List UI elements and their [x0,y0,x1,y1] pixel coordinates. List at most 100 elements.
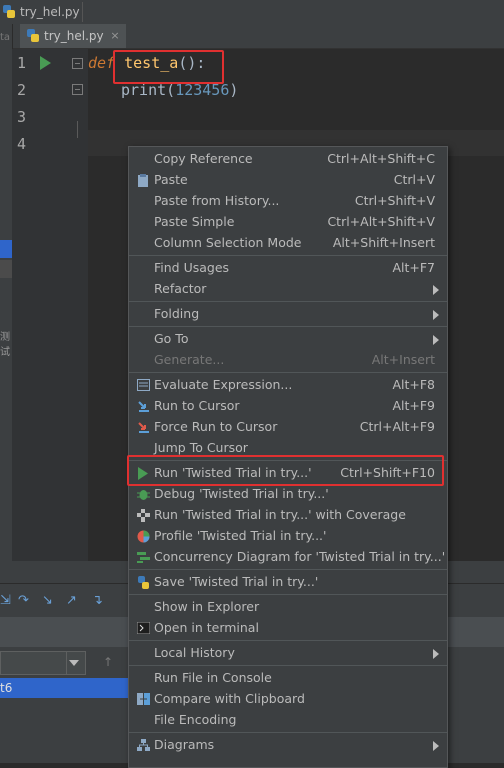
menu-separator [129,732,447,733]
evaluate-icon [136,378,150,392]
menu-item-diagrams[interactable]: Diagrams [129,735,447,756]
menu-item-shortcut: Alt+F7 [392,260,435,275]
menu-item-refactor[interactable]: Refactor [129,279,447,300]
menu-item-label: Column Selection Mode [154,235,302,250]
menu-separator [129,594,447,595]
menu-item-label: Run File in Console [154,670,272,685]
run-item-highlight-box [127,455,444,486]
editor-gutter: 1 2 3 4 [12,49,88,561]
submenu-arrow-icon [433,310,439,320]
menu-item-debug-twisted-trial[interactable]: Debug 'Twisted Trial in try...' [129,484,447,505]
menu-separator [129,640,447,641]
menu-item-run-to-cursor[interactable]: Run to Cursor Alt+F9 [129,396,447,417]
menu-item-shortcut: Alt+Insert [371,352,435,367]
menu-item-label: Copy Reference [154,151,253,166]
menu-item-shortcut: Alt+Shift+Insert [332,235,435,250]
menu-item-paste-simple[interactable]: Paste Simple Ctrl+Alt+Shift+V [129,212,447,233]
python-file-icon [26,29,40,43]
fold-end-icon[interactable] [72,84,83,95]
menu-item-shortcut: Alt+F8 [392,377,435,392]
chevron-down-icon [69,660,79,666]
title-bar: try_hel.py [0,0,504,25]
python-file-icon [2,5,16,19]
menu-item-file-encoding[interactable]: File Encoding [129,710,447,731]
menu-item-local-history[interactable]: Local History [129,643,447,664]
menu-item-label: Save 'Twisted Trial in try...' [154,574,319,589]
menu-item-label: Compare with Clipboard [154,691,305,706]
menu-item-profile-twisted-trial[interactable]: Profile 'Twisted Trial in try...' [129,526,447,547]
menu-item-go-to[interactable]: Go To [129,329,447,350]
menu-separator [129,569,447,570]
menu-item-label: Show in Explorer [154,599,260,614]
menu-item-shortcut: Alt+F9 [392,398,435,413]
step-icon[interactable]: ⇲ [0,593,11,608]
menu-item-concurrency-diagram[interactable]: Concurrency Diagram for 'Twisted Trial i… [129,547,447,568]
frame-row-selected[interactable]: t6 [0,678,130,698]
menu-item-label: Generate... [154,352,225,367]
paste-icon [136,173,150,187]
tab-label: try_hel.py [44,29,104,43]
menu-item-shortcut: Ctrl+Alt+F9 [359,419,435,434]
force-run-icon [136,420,150,434]
diagrams-icon [136,738,150,752]
menu-item-find-usages[interactable]: Find Usages Alt+F7 [129,258,447,279]
run-to-cursor-icon[interactable]: ↴ [92,593,103,608]
menu-separator [129,326,447,327]
frames-dropdown[interactable] [0,651,86,675]
menu-item-label: Open in terminal [154,620,259,635]
title-separator [82,2,83,22]
function-name-highlight-box [113,50,224,84]
fold-icon[interactable] [72,58,83,69]
submenu-arrow-icon [433,649,439,659]
project-edge-text: ta [0,32,11,43]
menu-item-column-selection[interactable]: Column Selection Mode Alt+Shift+Insert [129,233,447,254]
menu-item-compare-with-clipboard[interactable]: Compare with Clipboard [129,689,447,710]
step-into-icon[interactable]: ↘ [42,593,53,608]
menu-item-shortcut: Ctrl+Shift+V [354,193,435,208]
menu-item-label: Go To [154,331,189,346]
up-arrow-icon[interactable]: ↑ [103,655,113,669]
menu-item-label: Evaluate Expression... [154,377,293,392]
menu-item-save-twisted-trial[interactable]: Save 'Twisted Trial in try...' [129,572,447,593]
debug-icon [136,487,150,501]
close-icon[interactable]: × [110,29,119,42]
window-file-title[interactable]: try_hel.py [2,3,80,21]
menu-item-paste[interactable]: Paste Ctrl+V [129,170,447,191]
menu-item-force-run-to-cursor[interactable]: Force Run to Cursor Ctrl+Alt+F9 [129,417,447,438]
menu-item-run-with-coverage[interactable]: Run 'Twisted Trial in try...' with Cover… [129,505,447,526]
menu-separator [129,255,447,256]
menu-item-folding[interactable]: Folding [129,304,447,325]
project-row[interactable] [0,260,12,278]
menu-item-label: Folding [154,306,200,321]
step-out-icon[interactable]: ↗ [66,593,77,608]
editor-tab-bar: try_hel.py × [12,24,504,49]
project-edge-text: 测试 [0,332,10,358]
submenu-arrow-icon [433,741,439,751]
fold-guide [77,121,78,138]
coverage-icon [136,508,150,522]
paren-close: ) [229,81,239,99]
python-icon [136,575,150,589]
menu-item-run-file-in-console[interactable]: Run File in Console [129,668,447,689]
menu-item-label: Find Usages [154,260,230,275]
line-number: 1 [17,54,27,72]
menu-separator [129,301,447,302]
run-gutter-icon[interactable] [40,56,51,70]
menu-separator [129,372,447,373]
menu-item-evaluate-expression[interactable]: Evaluate Expression... Alt+F8 [129,375,447,396]
menu-item-shortcut: Ctrl+V [393,172,435,187]
menu-item-open-in-terminal[interactable]: Open in terminal [129,618,447,639]
menu-item-show-in-explorer[interactable]: Show in Explorer [129,597,447,618]
run-to-cursor-icon [136,399,150,413]
menu-item-label: Local History [154,645,235,660]
menu-item-label: Run to Cursor [154,398,240,413]
project-selected-row[interactable] [0,240,12,258]
submenu-arrow-icon [433,285,439,295]
step-over-icon[interactable]: ↷ [18,593,29,608]
menu-item-label: Debug 'Twisted Trial in try...' [154,486,329,501]
menu-item-label: File Encoding [154,712,237,727]
menu-item-label: Force Run to Cursor [154,419,278,434]
menu-item-paste-history[interactable]: Paste from History... Ctrl+Shift+V [129,191,447,212]
menu-item-copy-reference[interactable]: Copy Reference Ctrl+Alt+Shift+C [129,149,447,170]
tab-try-hel[interactable]: try_hel.py × [20,24,126,48]
